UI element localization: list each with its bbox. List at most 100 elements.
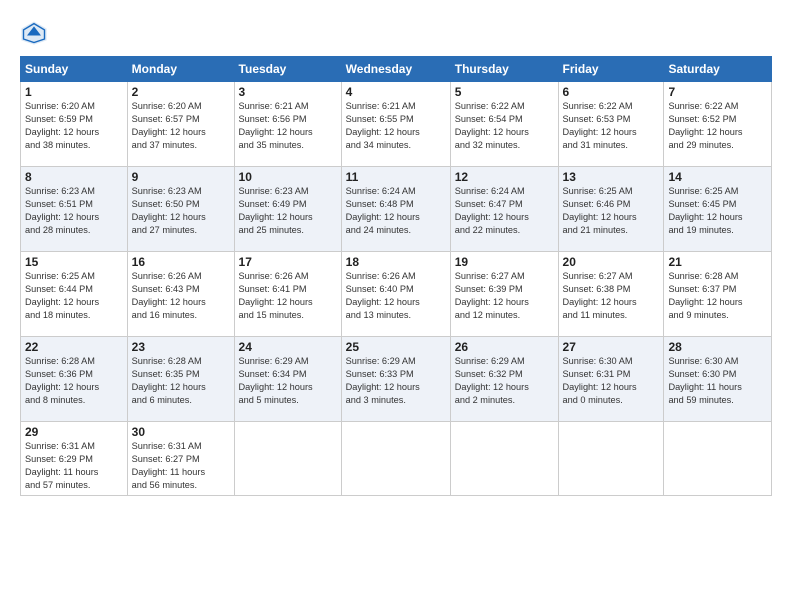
day-info: Sunrise: 6:29 AM Sunset: 6:34 PM Dayligh… <box>239 355 337 407</box>
day-info: Sunrise: 6:27 AM Sunset: 6:39 PM Dayligh… <box>455 270 554 322</box>
header <box>20 18 772 46</box>
calendar-cell <box>558 422 664 496</box>
calendar-cell: 12Sunrise: 6:24 AM Sunset: 6:47 PM Dayli… <box>450 167 558 252</box>
day-info: Sunrise: 6:25 AM Sunset: 6:46 PM Dayligh… <box>563 185 660 237</box>
calendar-cell: 27Sunrise: 6:30 AM Sunset: 6:31 PM Dayli… <box>558 337 664 422</box>
calendar-cell: 28Sunrise: 6:30 AM Sunset: 6:30 PM Dayli… <box>664 337 772 422</box>
day-number: 24 <box>239 340 337 354</box>
day-number: 11 <box>346 170 446 184</box>
calendar-cell: 6Sunrise: 6:22 AM Sunset: 6:53 PM Daylig… <box>558 82 664 167</box>
day-number: 21 <box>668 255 767 269</box>
day-info: Sunrise: 6:20 AM Sunset: 6:57 PM Dayligh… <box>132 100 230 152</box>
day-info: Sunrise: 6:31 AM Sunset: 6:29 PM Dayligh… <box>25 440 123 492</box>
calendar-week-row: 8Sunrise: 6:23 AM Sunset: 6:51 PM Daylig… <box>21 167 772 252</box>
weekday-header-row: Sunday Monday Tuesday Wednesday Thursday… <box>21 57 772 82</box>
calendar-cell: 19Sunrise: 6:27 AM Sunset: 6:39 PM Dayli… <box>450 252 558 337</box>
calendar-cell: 5Sunrise: 6:22 AM Sunset: 6:54 PM Daylig… <box>450 82 558 167</box>
day-info: Sunrise: 6:30 AM Sunset: 6:31 PM Dayligh… <box>563 355 660 407</box>
calendar-cell: 22Sunrise: 6:28 AM Sunset: 6:36 PM Dayli… <box>21 337 128 422</box>
calendar-cell: 11Sunrise: 6:24 AM Sunset: 6:48 PM Dayli… <box>341 167 450 252</box>
calendar-cell <box>234 422 341 496</box>
day-number: 1 <box>25 85 123 99</box>
header-wednesday: Wednesday <box>341 57 450 82</box>
day-info: Sunrise: 6:22 AM Sunset: 6:53 PM Dayligh… <box>563 100 660 152</box>
calendar-cell: 21Sunrise: 6:28 AM Sunset: 6:37 PM Dayli… <box>664 252 772 337</box>
header-sunday: Sunday <box>21 57 128 82</box>
day-number: 2 <box>132 85 230 99</box>
day-info: Sunrise: 6:23 AM Sunset: 6:49 PM Dayligh… <box>239 185 337 237</box>
day-number: 22 <box>25 340 123 354</box>
day-number: 27 <box>563 340 660 354</box>
day-number: 20 <box>563 255 660 269</box>
day-number: 12 <box>455 170 554 184</box>
day-info: Sunrise: 6:28 AM Sunset: 6:37 PM Dayligh… <box>668 270 767 322</box>
day-number: 5 <box>455 85 554 99</box>
day-number: 29 <box>25 425 123 439</box>
day-info: Sunrise: 6:24 AM Sunset: 6:47 PM Dayligh… <box>455 185 554 237</box>
calendar-cell: 14Sunrise: 6:25 AM Sunset: 6:45 PM Dayli… <box>664 167 772 252</box>
day-info: Sunrise: 6:27 AM Sunset: 6:38 PM Dayligh… <box>563 270 660 322</box>
header-thursday: Thursday <box>450 57 558 82</box>
calendar-week-row: 1Sunrise: 6:20 AM Sunset: 6:59 PM Daylig… <box>21 82 772 167</box>
calendar-cell: 25Sunrise: 6:29 AM Sunset: 6:33 PM Dayli… <box>341 337 450 422</box>
calendar-cell: 13Sunrise: 6:25 AM Sunset: 6:46 PM Dayli… <box>558 167 664 252</box>
calendar-cell: 8Sunrise: 6:23 AM Sunset: 6:51 PM Daylig… <box>21 167 128 252</box>
calendar-cell: 10Sunrise: 6:23 AM Sunset: 6:49 PM Dayli… <box>234 167 341 252</box>
calendar-cell: 9Sunrise: 6:23 AM Sunset: 6:50 PM Daylig… <box>127 167 234 252</box>
day-info: Sunrise: 6:23 AM Sunset: 6:51 PM Dayligh… <box>25 185 123 237</box>
calendar-cell: 2Sunrise: 6:20 AM Sunset: 6:57 PM Daylig… <box>127 82 234 167</box>
day-number: 3 <box>239 85 337 99</box>
day-number: 28 <box>668 340 767 354</box>
day-info: Sunrise: 6:30 AM Sunset: 6:30 PM Dayligh… <box>668 355 767 407</box>
day-number: 8 <box>25 170 123 184</box>
logo-icon <box>20 18 48 46</box>
calendar-table: Sunday Monday Tuesday Wednesday Thursday… <box>20 56 772 496</box>
day-number: 14 <box>668 170 767 184</box>
calendar-cell: 23Sunrise: 6:28 AM Sunset: 6:35 PM Dayli… <box>127 337 234 422</box>
calendar-cell: 30Sunrise: 6:31 AM Sunset: 6:27 PM Dayli… <box>127 422 234 496</box>
day-info: Sunrise: 6:24 AM Sunset: 6:48 PM Dayligh… <box>346 185 446 237</box>
calendar-cell: 16Sunrise: 6:26 AM Sunset: 6:43 PM Dayli… <box>127 252 234 337</box>
day-number: 6 <box>563 85 660 99</box>
day-info: Sunrise: 6:23 AM Sunset: 6:50 PM Dayligh… <box>132 185 230 237</box>
header-friday: Friday <box>558 57 664 82</box>
calendar-week-row: 15Sunrise: 6:25 AM Sunset: 6:44 PM Dayli… <box>21 252 772 337</box>
calendar-cell: 29Sunrise: 6:31 AM Sunset: 6:29 PM Dayli… <box>21 422 128 496</box>
day-info: Sunrise: 6:28 AM Sunset: 6:36 PM Dayligh… <box>25 355 123 407</box>
day-info: Sunrise: 6:26 AM Sunset: 6:41 PM Dayligh… <box>239 270 337 322</box>
header-saturday: Saturday <box>664 57 772 82</box>
calendar-cell <box>664 422 772 496</box>
calendar-week-row: 22Sunrise: 6:28 AM Sunset: 6:36 PM Dayli… <box>21 337 772 422</box>
day-info: Sunrise: 6:28 AM Sunset: 6:35 PM Dayligh… <box>132 355 230 407</box>
day-number: 16 <box>132 255 230 269</box>
day-number: 18 <box>346 255 446 269</box>
calendar-cell: 17Sunrise: 6:26 AM Sunset: 6:41 PM Dayli… <box>234 252 341 337</box>
day-number: 13 <box>563 170 660 184</box>
day-info: Sunrise: 6:26 AM Sunset: 6:43 PM Dayligh… <box>132 270 230 322</box>
calendar-cell: 18Sunrise: 6:26 AM Sunset: 6:40 PM Dayli… <box>341 252 450 337</box>
day-info: Sunrise: 6:22 AM Sunset: 6:54 PM Dayligh… <box>455 100 554 152</box>
day-number: 26 <box>455 340 554 354</box>
day-number: 23 <box>132 340 230 354</box>
day-number: 4 <box>346 85 446 99</box>
calendar-cell <box>450 422 558 496</box>
day-number: 19 <box>455 255 554 269</box>
calendar-cell: 3Sunrise: 6:21 AM Sunset: 6:56 PM Daylig… <box>234 82 341 167</box>
day-number: 17 <box>239 255 337 269</box>
calendar-cell: 15Sunrise: 6:25 AM Sunset: 6:44 PM Dayli… <box>21 252 128 337</box>
day-info: Sunrise: 6:25 AM Sunset: 6:45 PM Dayligh… <box>668 185 767 237</box>
calendar-cell: 4Sunrise: 6:21 AM Sunset: 6:55 PM Daylig… <box>341 82 450 167</box>
day-info: Sunrise: 6:31 AM Sunset: 6:27 PM Dayligh… <box>132 440 230 492</box>
day-info: Sunrise: 6:20 AM Sunset: 6:59 PM Dayligh… <box>25 100 123 152</box>
day-number: 7 <box>668 85 767 99</box>
day-number: 30 <box>132 425 230 439</box>
logo <box>20 18 52 46</box>
day-number: 9 <box>132 170 230 184</box>
day-number: 10 <box>239 170 337 184</box>
header-monday: Monday <box>127 57 234 82</box>
calendar-page: Sunday Monday Tuesday Wednesday Thursday… <box>0 0 792 612</box>
day-info: Sunrise: 6:21 AM Sunset: 6:56 PM Dayligh… <box>239 100 337 152</box>
day-info: Sunrise: 6:29 AM Sunset: 6:32 PM Dayligh… <box>455 355 554 407</box>
calendar-cell: 24Sunrise: 6:29 AM Sunset: 6:34 PM Dayli… <box>234 337 341 422</box>
calendar-cell <box>341 422 450 496</box>
